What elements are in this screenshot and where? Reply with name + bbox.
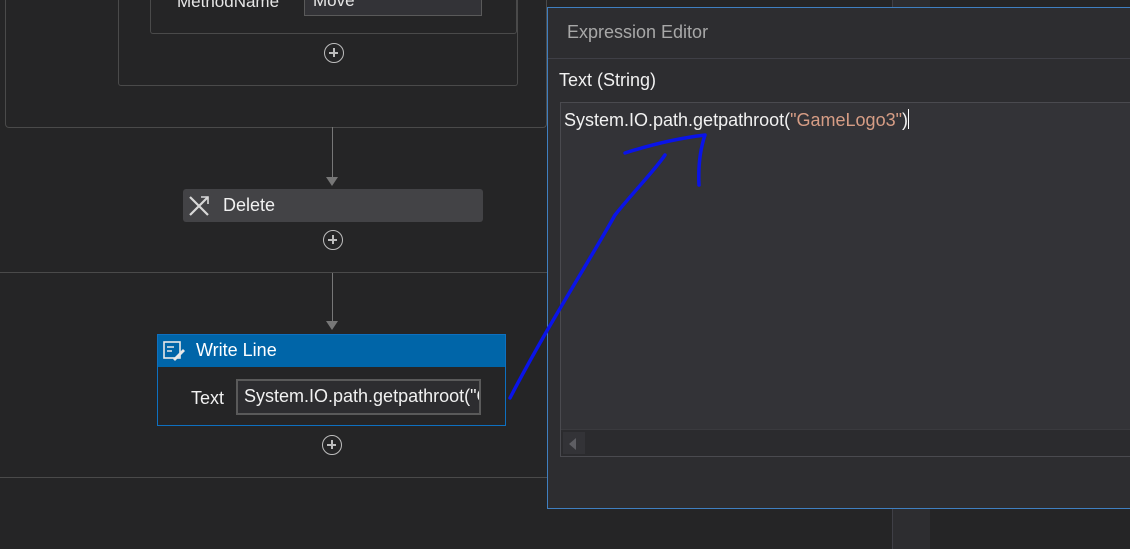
- annotation-arrow-icon: [508, 133, 707, 400]
